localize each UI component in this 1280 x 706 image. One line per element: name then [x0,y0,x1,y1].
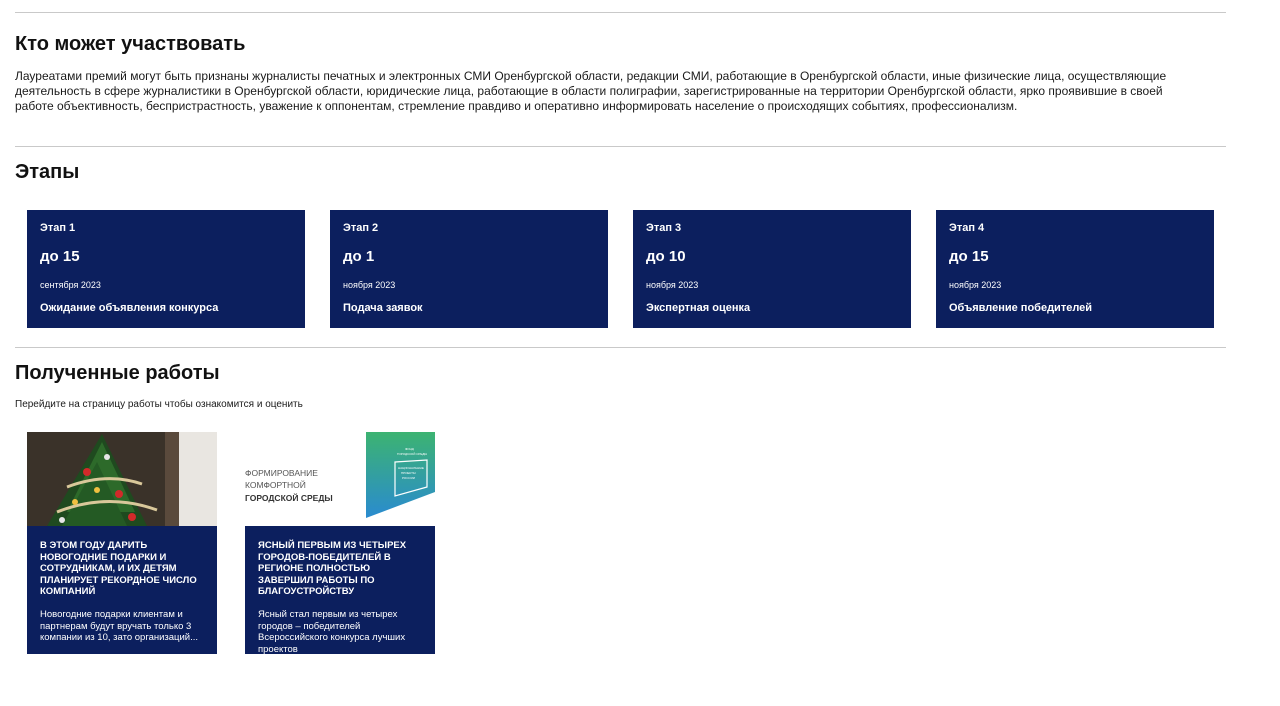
stage-card-1: Этап 1 до 15 сентября 2023 Ожидание объя… [27,210,305,328]
work-card-1[interactable]: В этом году дарить новогодние подарки и … [27,432,217,654]
works-heading: Полученные работы [15,362,220,384]
logo-line-3: ГОРОДСКОЙ СРЕДЫ [245,492,333,503]
stage-month: сентября 2023 [40,280,101,290]
divider-stages [15,347,1226,348]
stage-title: Ожидание объявления конкурса [40,302,219,314]
works-note: Перейдите на страницу работы чтобы ознак… [15,399,303,410]
stage-date: до 1 [343,248,375,265]
badge-line-3: НАЦИОНАЛЬНЫЕ [398,466,424,470]
stage-title: Экспертная оценка [646,302,751,314]
stage-number: Этап 4 [949,222,985,234]
work-description: Новогодние подарки клиентам и партнерам … [40,609,199,643]
stage-title: Объявление победителей [949,302,1093,314]
stage-month: ноября 2023 [646,280,699,290]
stages-heading: Этапы [15,161,80,183]
stage-date: до 10 [646,248,686,265]
logo-line-2: КОМФОРТНОЙ [245,479,306,490]
who-heading: Кто может участвовать [15,33,246,55]
christmas-tree-image[interactable] [27,432,217,526]
stage-title: Подача заявок [343,302,423,314]
stage-number: Этап 3 [646,222,682,234]
work-title[interactable]: Ясный первым из четырех городов-победите… [258,540,425,598]
stage-card-3: Этап 3 до 10 ноября 2023 Экспертная оцен… [633,210,911,328]
work-description: Ясный стал первым из четырех городов – п… [258,609,406,654]
stage-date: до 15 [949,248,989,265]
comfort-environment-image[interactable]: ФОРМИРОВАНИЕ КОМФОРТНОЙ ГОРОДСКОЙ СРЕДЫ … [245,432,435,526]
work-card-body: Ясный первым из четырех городов-победите… [245,526,435,654]
work-card-2[interactable]: ФОРМИРОВАНИЕ КОМФОРТНОЙ ГОРОДСКОЙ СРЕДЫ … [245,432,435,654]
stage-number: Этап 2 [343,222,379,234]
stage-number: Этап 1 [40,222,76,234]
badge-line-2: ГОРОДСКОЙ СРЕДЫ [397,452,427,456]
stage-card-2: Этап 2 до 1 ноября 2023 Подача заявок [330,210,608,328]
divider-who [15,146,1226,147]
stage-month: ноября 2023 [343,280,396,290]
work-card-body: В этом году дарить новогодние подарки и … [27,526,217,654]
logo-line-1: ФОРМИРОВАНИЕ [245,468,318,478]
badge-line-1: ФОНД [405,447,414,451]
stage-date: до 15 [40,248,80,265]
divider-top [15,12,1226,13]
stage-card-4: Этап 4 до 15 ноября 2023 Объявление побе… [936,210,1214,328]
stage-month: ноября 2023 [949,280,1002,290]
badge-line-4: ПРОЕКТЫ [401,471,416,475]
badge-line-5: РОССИИ [402,476,415,480]
work-title[interactable]: В этом году дарить новогодние подарки и … [40,540,207,598]
who-text: Лауреатами премий могут быть признаны жу… [15,69,1167,113]
